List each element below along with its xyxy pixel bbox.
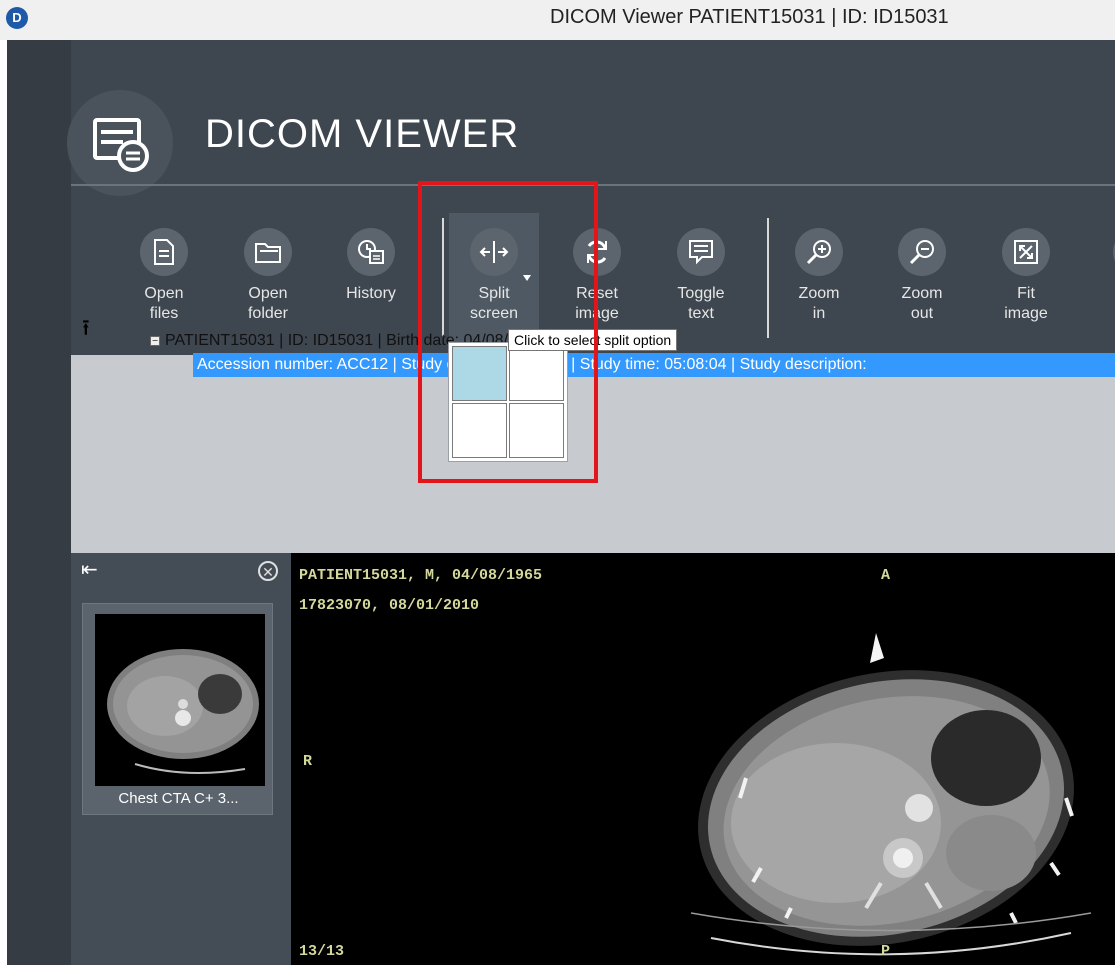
split-cell-bottom-right[interactable] bbox=[509, 403, 564, 458]
open-files-button[interactable]: Open files bbox=[119, 213, 209, 348]
orientation-top-label: A bbox=[881, 567, 891, 584]
reset-image-label: Reset image bbox=[575, 285, 619, 322]
history-label: History bbox=[346, 285, 396, 302]
split-option-popup bbox=[448, 342, 568, 462]
text-icon bbox=[677, 228, 725, 276]
split-cell-bottom-left[interactable] bbox=[452, 403, 507, 458]
zoom-in-icon bbox=[795, 228, 843, 276]
overlay-study-info: 17823070, 08/01/2010 bbox=[299, 597, 480, 614]
file-icon bbox=[140, 228, 188, 276]
split-cell-top-right[interactable] bbox=[509, 346, 564, 401]
toolbar-separator bbox=[442, 218, 444, 338]
app-logo-title: DICOM VIEWER bbox=[205, 112, 520, 156]
split-icon bbox=[470, 228, 518, 276]
zoom-out-icon bbox=[898, 228, 946, 276]
study-tree-node-selected[interactable]: Accession number: ACC12 | Study date: 08… bbox=[193, 353, 1115, 377]
overlay-patient-info: PATIENT15031, M, 04/08/1965 bbox=[299, 567, 543, 584]
open-files-label: Open files bbox=[144, 285, 184, 322]
reset-icon bbox=[573, 228, 621, 276]
history-icon bbox=[347, 228, 395, 276]
open-folder-button[interactable]: Open folder bbox=[223, 213, 313, 348]
ct-thumbnail-image bbox=[95, 614, 265, 786]
close-icon[interactable]: ✕ bbox=[258, 561, 278, 581]
fit-icon bbox=[1002, 228, 1050, 276]
header-divider bbox=[71, 184, 1115, 186]
image-viewport[interactable]: PATIENT15031, M, 04/08/1965 17823070, 08… bbox=[291, 553, 1115, 965]
study-tree-panel bbox=[71, 355, 1115, 553]
open-folder-label: Open folder bbox=[247, 285, 289, 322]
orientation-left-label: R bbox=[303, 753, 313, 770]
partial-toolbar-button[interactable]: C bbox=[1085, 213, 1115, 348]
folder-icon bbox=[244, 228, 292, 276]
tree-expander-icon[interactable]: − bbox=[150, 335, 160, 346]
split-tooltip: Click to select split option bbox=[508, 329, 678, 351]
series-thumbnail[interactable]: Chest CTA C+ 3... bbox=[82, 603, 273, 815]
history-button[interactable]: History bbox=[326, 213, 416, 348]
partial-toolbar-label: C bbox=[1085, 284, 1115, 304]
toggle-text-label: Toggle text bbox=[677, 285, 725, 322]
split-screen-label: Split screen bbox=[469, 285, 519, 322]
window-title: DICOM Viewer PATIENT15031 | ID: ID15031 bbox=[550, 6, 949, 28]
zoom-out-button[interactable]: Zoom out bbox=[877, 213, 967, 348]
series-label: Chest CTA C+ 3... bbox=[118, 790, 239, 807]
collapse-left-icon[interactable]: ⇤ bbox=[81, 557, 98, 581]
reset-image-button[interactable]: Reset image bbox=[552, 213, 642, 348]
toggle-text-button[interactable]: Toggle text bbox=[656, 213, 746, 348]
window-titlebar: D DICOM Viewer PATIENT15031 | ID: ID1503… bbox=[0, 0, 1115, 40]
logo-icon bbox=[67, 90, 173, 196]
app-icon: D bbox=[6, 7, 28, 29]
zoom-in-label: Zoom in bbox=[798, 285, 840, 322]
fit-image-button[interactable]: Fit image bbox=[981, 213, 1071, 348]
toolbar-separator bbox=[767, 218, 769, 338]
split-cell-top-left[interactable] bbox=[452, 346, 507, 401]
orientation-bottom-label: P bbox=[881, 943, 891, 960]
collapse-up-icon[interactable]: ⭱ bbox=[82, 318, 90, 340]
ct-scan-image bbox=[690, 633, 1092, 956]
chevron-down-icon[interactable] bbox=[523, 275, 531, 281]
fit-image-label: Fit image bbox=[1004, 285, 1048, 322]
left-band bbox=[7, 40, 71, 965]
frame-counter: 13/13 bbox=[299, 943, 345, 960]
zoom-out-label: Zoom out bbox=[901, 285, 943, 322]
zoom-in-button[interactable]: Zoom in bbox=[774, 213, 864, 348]
